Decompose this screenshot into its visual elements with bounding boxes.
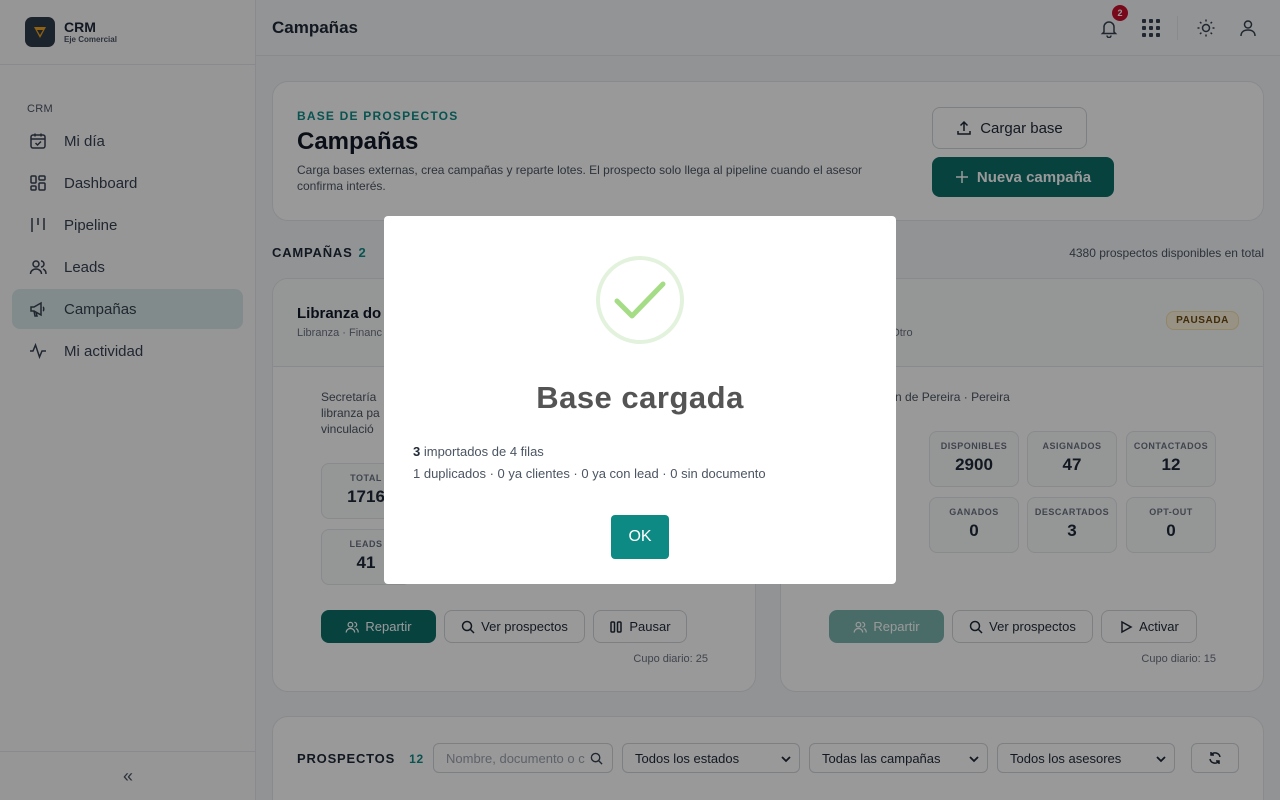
import-details: 1 duplicados · 0 ya clientes · 0 ya con … xyxy=(413,466,766,481)
success-check-icon xyxy=(596,256,684,344)
dialog-title: Base cargada xyxy=(536,380,744,415)
import-summary: 3 importados de 4 filas xyxy=(413,444,544,459)
ok-button[interactable]: OK xyxy=(611,515,669,559)
success-dialog: Base cargada 3 importados de 4 filas 1 d… xyxy=(384,216,896,584)
imported-text: importados de 4 filas xyxy=(420,444,544,459)
